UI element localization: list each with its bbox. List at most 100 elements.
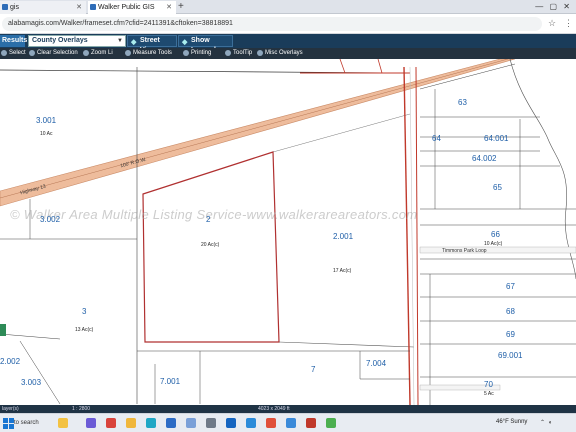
- clear-icon: [29, 50, 35, 56]
- parcel-label[interactable]: 3.002: [40, 215, 60, 224]
- close-tab-icon[interactable]: ✕: [76, 1, 82, 14]
- parcel-label[interactable]: 2: [206, 215, 210, 224]
- measure-tools-menu[interactable]: Measure Tools: [124, 48, 172, 59]
- store-icon[interactable]: [166, 418, 176, 428]
- chrome-icon[interactable]: [106, 418, 116, 428]
- parcel-label[interactable]: 2.002: [0, 357, 20, 366]
- scale-status[interactable]: 1 : 2800: [72, 405, 90, 413]
- app-icon[interactable]: [326, 418, 336, 428]
- select-icon: [1, 50, 7, 56]
- edge-icon[interactable]: [146, 418, 156, 428]
- weather-widget[interactable]: 46°F Sunny: [496, 419, 527, 425]
- zoom-tool[interactable]: Zoom Li: [82, 48, 113, 59]
- parcel-acreage: 10 Ac: [40, 131, 53, 137]
- app-icon[interactable]: [306, 418, 316, 428]
- map-dimensions: 4023 x 2049 ft: [258, 406, 290, 412]
- layers-status: layer(s): [2, 406, 19, 412]
- parcel-label[interactable]: 3.001: [36, 116, 56, 125]
- parcel-label[interactable]: 7: [311, 365, 315, 374]
- parcel-label[interactable]: 7.001: [160, 377, 180, 386]
- parcel-label[interactable]: 2.001: [333, 232, 353, 241]
- street-view-button[interactable]: ◆ Street View: [127, 35, 177, 54]
- tooltip-icon: [225, 50, 231, 56]
- tool-label: Measure Tools: [133, 50, 172, 56]
- parcel-acreage: 10 Ac(c): [484, 241, 503, 247]
- parcel-label[interactable]: 65: [493, 183, 502, 192]
- site-favicon-icon: [90, 4, 96, 10]
- app-icon[interactable]: [286, 418, 296, 428]
- browser-tab-bar: gis ✕ Walker Public GIS ✕ + — ▢ ✕: [0, 0, 576, 14]
- windows-start-icon[interactable]: [3, 418, 14, 429]
- layer-overlay-select[interactable]: County Overlays ▼: [28, 35, 126, 47]
- browser-tab-gis[interactable]: gis ✕: [0, 1, 86, 14]
- parcel-label[interactable]: 7.004: [366, 359, 386, 368]
- parcel-label[interactable]: 64.001: [484, 134, 508, 143]
- misc-overlays-menu[interactable]: Misc Overlays: [256, 48, 303, 59]
- tool-label: Misc Overlays: [265, 50, 303, 56]
- parcel-acreage: 13 Ac(c): [75, 327, 94, 333]
- map-watermark: © Walker Area Multiple Listing Service-w…: [10, 207, 418, 222]
- parcel-label[interactable]: 3: [82, 307, 86, 316]
- show-legend-button[interactable]: ◆ Show Legend: [178, 35, 233, 54]
- parcel-label[interactable]: 67: [506, 282, 515, 291]
- chevron-down-icon: ▼: [117, 38, 123, 44]
- tool-label: Printing: [191, 50, 212, 56]
- printing-menu[interactable]: Printing: [182, 48, 211, 59]
- photos-icon[interactable]: [186, 418, 196, 428]
- parcel-map[interactable]: © Walker Area Multiple Listing Service-w…: [0, 59, 576, 405]
- gis-tools-toolbar: Select Clear Selection Zoom Li Measure T…: [0, 48, 576, 59]
- timmons-road-label: Timmons Park Loop: [442, 248, 487, 254]
- app-icon[interactable]: [266, 418, 276, 428]
- parcel-lines: [0, 59, 576, 405]
- taskbar-search[interactable]: to search: [14, 420, 39, 426]
- parcel-label[interactable]: 3.003: [21, 378, 41, 387]
- map-status-bar: layer(s) 1 : 2800 4023 x 2049 ft: [0, 405, 576, 413]
- outlook-icon[interactable]: [226, 418, 236, 428]
- task-view-icon[interactable]: [58, 418, 68, 428]
- window-controls[interactable]: — ▢ ✕: [535, 0, 572, 14]
- parcel-label[interactable]: 68: [506, 307, 515, 316]
- site-favicon-icon: [2, 4, 8, 10]
- select-tool[interactable]: Select: [0, 48, 26, 59]
- file-explorer-icon[interactable]: [126, 418, 136, 428]
- system-tray[interactable]: ⌃ ◐: [540, 419, 553, 426]
- address-bar-row: alabamagis.com/Walker/frameset.cfm?cfid=…: [0, 14, 576, 34]
- gis-top-toolbar: Results County Overlays ▼ ◆ Street View …: [0, 34, 576, 54]
- browser-menu-icon[interactable]: ⋮: [564, 18, 573, 29]
- tab-label: Walker Public GIS: [98, 4, 155, 11]
- ruler-icon: [125, 50, 131, 56]
- copilot-icon[interactable]: [86, 418, 96, 428]
- parcel-label[interactable]: 64: [432, 134, 441, 143]
- parcel-acreage: 5 Ac: [484, 391, 494, 397]
- parcel-acreage: 20 Ac(c): [201, 242, 220, 248]
- parcel-label[interactable]: 63: [458, 98, 467, 107]
- clear-selection-tool[interactable]: Clear Selection: [28, 48, 78, 59]
- parcel-label[interactable]: 70: [484, 380, 493, 389]
- legend-icon: ◆: [182, 39, 188, 46]
- street-view-icon: ◆: [131, 39, 137, 46]
- tool-label: Select: [9, 50, 26, 56]
- address-bar[interactable]: alabamagis.com/Walker/frameset.cfm?cfid=…: [2, 17, 542, 31]
- results-tab[interactable]: Results: [0, 35, 27, 47]
- windows-taskbar: to search 46°F Sunny ⌃ ◐: [0, 413, 576, 432]
- settings-icon[interactable]: [206, 418, 216, 428]
- parcel-label[interactable]: 66: [491, 230, 500, 239]
- parcel-label[interactable]: 69.001: [498, 351, 522, 360]
- parcel-acreage: 17 Ac(c): [333, 268, 352, 274]
- overlay-icon: [257, 50, 263, 56]
- zoom-icon: [83, 50, 89, 56]
- parcel-label[interactable]: 64.002: [472, 154, 496, 163]
- close-tab-icon[interactable]: ✕: [166, 1, 172, 14]
- tooltip-toggle[interactable]: ToolTip: [224, 48, 252, 59]
- browser-tab-walker-gis[interactable]: Walker Public GIS ✕: [88, 1, 176, 14]
- mail-icon[interactable]: [246, 418, 256, 428]
- tool-label: Clear Selection: [37, 50, 78, 56]
- parcel-label[interactable]: 69: [506, 330, 515, 339]
- tool-label: ToolTip: [233, 50, 253, 56]
- printer-icon: [183, 50, 189, 56]
- tool-label: Zoom Li: [91, 50, 113, 56]
- tab-label: gis: [10, 4, 19, 11]
- bookmark-star-icon[interactable]: ☆: [548, 18, 556, 29]
- new-tab-button[interactable]: +: [178, 0, 184, 14]
- layer-overlay-value: County Overlays: [32, 37, 88, 44]
